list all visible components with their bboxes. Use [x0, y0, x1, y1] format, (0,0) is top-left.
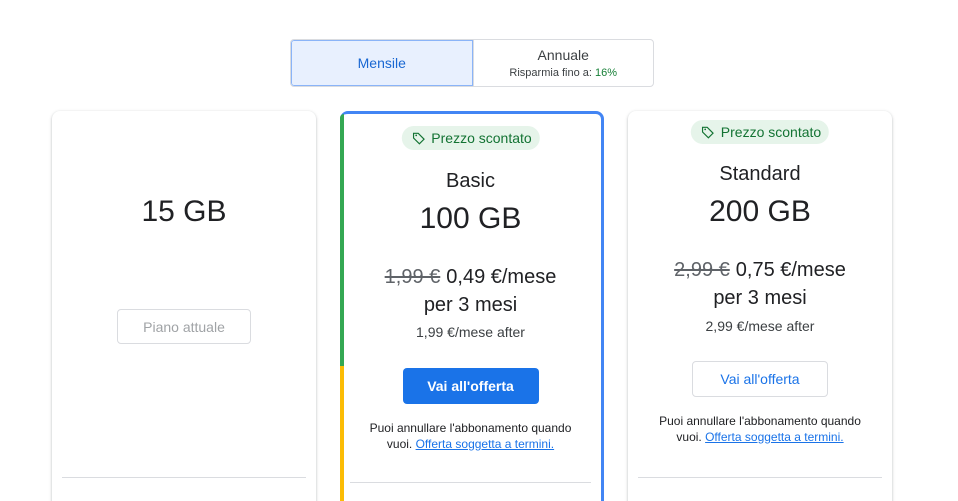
plan-price: 2,99 €0,75 €/mese [628, 256, 892, 284]
current-plan-button: Piano attuale [117, 309, 251, 344]
go-to-offer-button[interactable]: Vai all'offerta [692, 361, 828, 397]
annual-savings-prefix: Risparmia fino a: [509, 67, 592, 79]
plan-name: Standard [719, 163, 801, 185]
price-after: 1,99 €/mese after [416, 324, 525, 340]
card-divider [638, 477, 882, 478]
plan-name: Basic [446, 170, 495, 192]
discount-badge-label: Prezzo scontato [720, 124, 822, 140]
discount-badge: Prezzo scontato [690, 120, 830, 144]
annual-savings-pct: 16% [595, 67, 618, 79]
plan-storage: 200 GB [709, 195, 811, 228]
old-price: 2,99 € [674, 259, 730, 281]
plan-period: per 3 mesi [713, 287, 807, 309]
card-divider [350, 482, 591, 483]
cancel-note: Puoi annullare l'abbonamento quando vuoi… [628, 413, 892, 445]
tag-icon [701, 126, 714, 139]
discount-badge: Prezzo scontato [401, 126, 540, 150]
terms-link[interactable]: Offerta soggetta a termini. [705, 430, 844, 444]
plan-card-15gb: 15 GB Piano attuale [52, 111, 316, 501]
plan-storage: 100 GB [419, 202, 522, 235]
toggle-annual-label: Annuale [537, 47, 589, 63]
discount-badge-label: Prezzo scontato [431, 130, 532, 146]
toggle-monthly[interactable]: Mensile [291, 40, 473, 86]
plan-price: 1,99 €0,49 €/mese [340, 263, 601, 291]
tag-icon [412, 132, 425, 145]
price-after: 2,99 €/mese after [705, 318, 815, 334]
plan-card-basic: Prezzo scontato Basic 100 GB 1,99 €0,49 … [340, 111, 604, 501]
plan-card-standard: Prezzo scontato Standard 200 GB 2,99 €0,… [628, 111, 892, 501]
plan-period: per 3 mesi [423, 294, 518, 316]
new-price: 0,75 €/mese [735, 259, 846, 281]
toggle-annual[interactable]: Annuale Risparmia fino a: 16% [472, 40, 654, 86]
billing-toggle: Mensile Annuale Risparmia fino a: 16% [290, 39, 654, 87]
card-divider [62, 477, 306, 478]
cancel-note: Puoi annullare l'abbonamento quando vuoi… [340, 420, 601, 452]
plan-storage: 15 GB [141, 195, 227, 228]
old-price: 1,99 € [384, 266, 441, 288]
go-to-offer-button[interactable]: Vai all'offerta [402, 368, 539, 404]
terms-link[interactable]: Offerta soggetta a termini. [416, 437, 555, 451]
top-links-fragment [0, 0, 958, 2]
new-price: 0,49 €/mese [446, 266, 557, 288]
annual-savings: Risparmia fino a: 16% [509, 67, 617, 79]
toggle-monthly-label: Mensile [357, 55, 406, 71]
